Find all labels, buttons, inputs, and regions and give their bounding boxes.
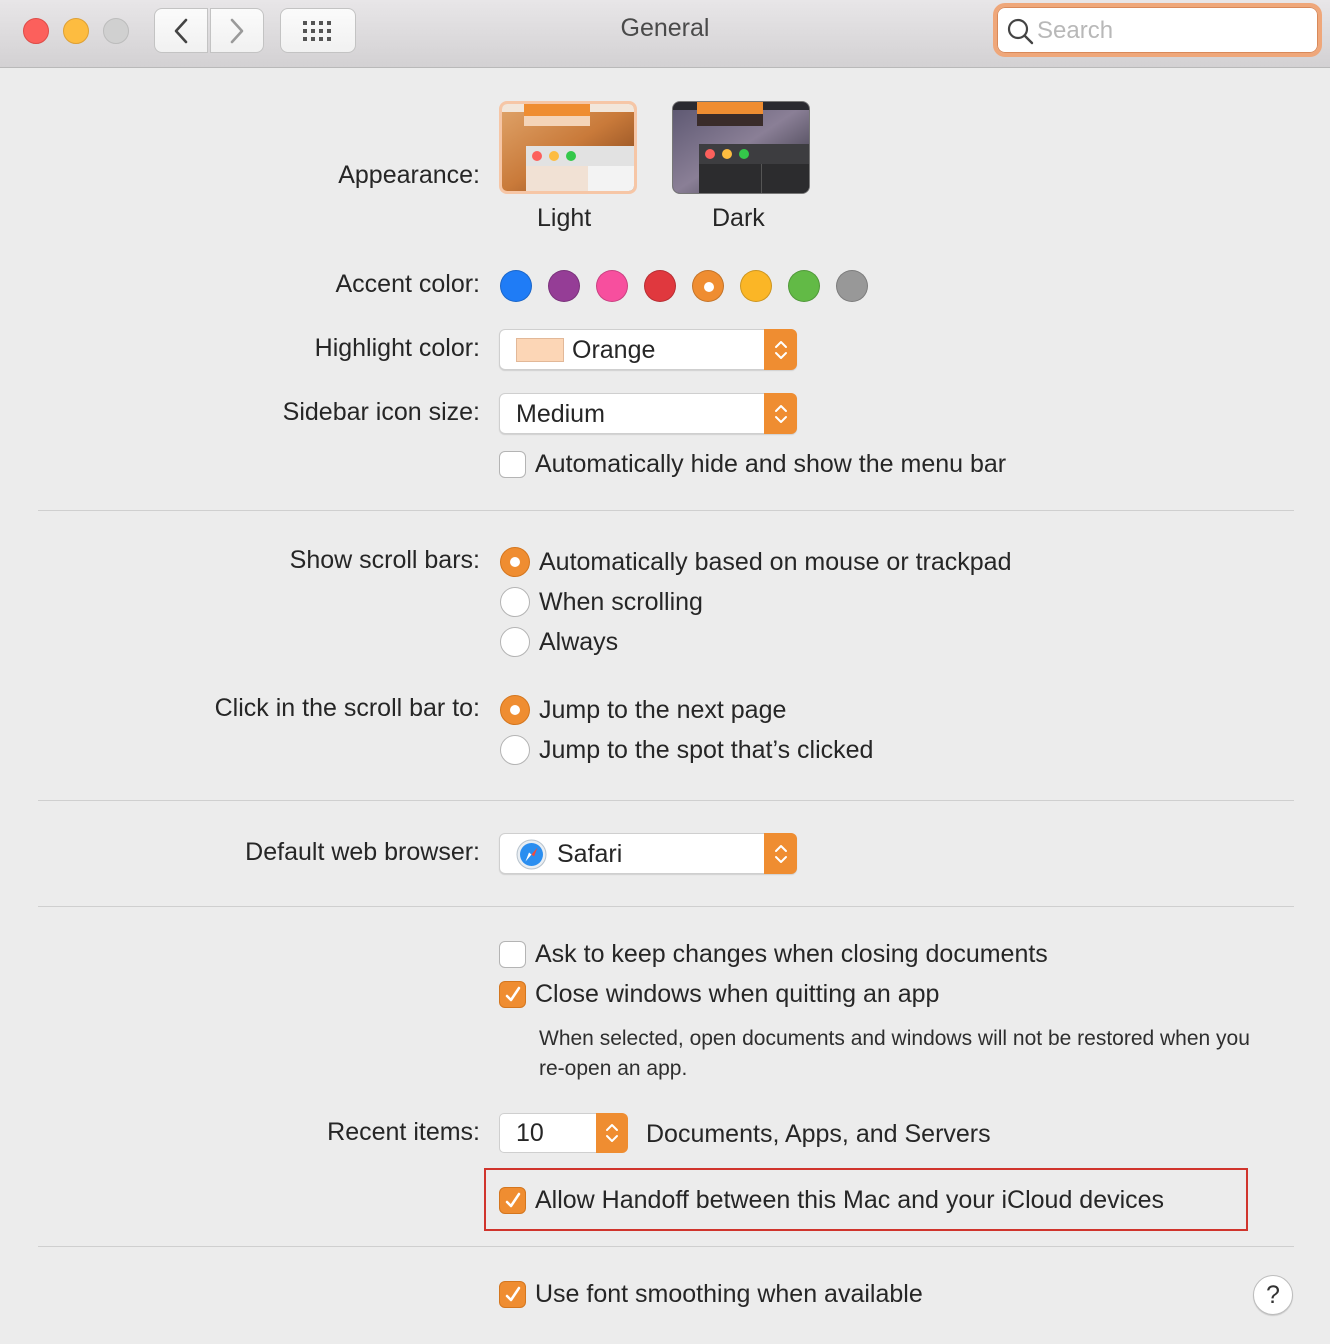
scroll-bars-auto-radio[interactable]	[500, 547, 530, 577]
menu-bar-checkbox[interactable]	[499, 451, 526, 478]
appearance-light-label[interactable]: Light	[537, 204, 591, 233]
checkmark-icon	[505, 1192, 521, 1208]
handoff-checkbox[interactable]	[499, 1187, 526, 1214]
accent-color-yellow[interactable]	[740, 270, 772, 302]
checkmark-icon	[505, 1286, 521, 1302]
separator	[38, 906, 1294, 907]
appearance-dark-label[interactable]: Dark	[712, 204, 765, 233]
highlight-color-label: Highlight color:	[314, 334, 480, 362]
title-bar: General	[0, 0, 1330, 68]
separator	[38, 510, 1294, 511]
search-field[interactable]	[993, 3, 1322, 57]
help-button[interactable]: ?	[1253, 1275, 1293, 1315]
minimize-window-button[interactable]	[63, 18, 89, 44]
accent-color-graphite[interactable]	[836, 270, 868, 302]
popup-arrows-icon	[764, 833, 797, 874]
separator	[38, 800, 1294, 801]
handoff-label[interactable]: Allow Handoff between this Mac and your …	[535, 1186, 1164, 1215]
appearance-dark-thumbnail[interactable]	[672, 101, 810, 194]
show-scroll-bars-label: Show scroll bars:	[289, 546, 480, 574]
ask-keep-changes-checkbox[interactable]	[499, 941, 526, 968]
accent-color-red[interactable]	[644, 270, 676, 302]
chevron-left-icon	[174, 18, 188, 43]
ask-keep-changes-label[interactable]: Ask to keep changes when closing documen…	[535, 940, 1048, 969]
accent-color-label: Accent color:	[335, 270, 480, 298]
scroll-bars-always-radio[interactable]	[500, 627, 530, 657]
close-windows-note: When selected, open documents and window…	[539, 1027, 1250, 1080]
back-button[interactable]	[154, 8, 208, 53]
checkmark-icon	[505, 986, 521, 1002]
separator	[38, 1246, 1294, 1247]
accent-color-orange[interactable]	[692, 270, 724, 302]
chevron-right-icon	[230, 18, 244, 43]
font-smoothing-checkbox[interactable]	[499, 1281, 526, 1308]
sidebar-icon-size-value: Medium	[516, 400, 605, 428]
sidebar-icon-size-popup[interactable]: Medium	[499, 393, 797, 434]
popup-arrows-icon	[764, 329, 797, 370]
sidebar-icon-size-label: Sidebar icon size:	[282, 398, 480, 426]
accent-color-pink[interactable]	[596, 270, 628, 302]
scroll-bars-auto-label[interactable]: Automatically based on mouse or trackpad	[539, 548, 1011, 577]
close-window-button[interactable]	[23, 18, 49, 44]
appearance-label: Appearance:	[338, 161, 480, 189]
window-title: General	[620, 14, 710, 42]
recent-items-stepper[interactable]	[596, 1113, 628, 1153]
click-scroll-bar-label: Click in the scroll bar to:	[214, 694, 480, 722]
dark-mode-preview-icon	[673, 102, 809, 193]
grid-icon	[303, 20, 331, 41]
jump-next-page-label[interactable]: Jump to the next page	[539, 696, 786, 725]
search-icon	[1007, 18, 1034, 45]
safari-icon	[516, 839, 547, 870]
search-input[interactable]	[1037, 15, 1307, 47]
jump-next-page-radio[interactable]	[500, 695, 530, 725]
show-all-button[interactable]	[280, 8, 356, 53]
scroll-bars-when-scrolling-radio[interactable]	[500, 587, 530, 617]
highlight-color-value: Orange	[572, 336, 656, 364]
highlight-color-popup[interactable]: Orange	[499, 329, 797, 370]
stepper-arrows-icon	[606, 1124, 618, 1142]
close-windows-checkbox[interactable]	[499, 981, 526, 1008]
default-browser-popup[interactable]: Safari	[499, 833, 797, 874]
default-browser-value: Safari	[557, 840, 623, 868]
accent-color-blue[interactable]	[500, 270, 532, 302]
accent-color-green[interactable]	[788, 270, 820, 302]
recent-items-suffix: Documents, Apps, and Servers	[646, 1120, 991, 1148]
highlight-swatch	[516, 338, 564, 362]
recent-items-field[interactable]: 10	[499, 1113, 597, 1153]
zoom-window-button[interactable]	[103, 18, 129, 44]
scroll-bars-when-scrolling-label[interactable]: When scrolling	[539, 588, 703, 617]
close-windows-label[interactable]: Close windows when quitting an app	[535, 980, 939, 1009]
jump-spot-clicked-radio[interactable]	[500, 735, 530, 765]
menu-bar-checkbox-label[interactable]: Automatically hide and show the menu bar	[535, 450, 1006, 479]
jump-spot-clicked-label[interactable]: Jump to the spot that’s clicked	[539, 736, 873, 765]
accent-color-purple[interactable]	[548, 270, 580, 302]
forward-button[interactable]	[210, 8, 264, 53]
font-smoothing-label[interactable]: Use font smoothing when available	[535, 1280, 923, 1309]
appearance-light-thumbnail[interactable]	[499, 101, 637, 194]
scroll-bars-always-label[interactable]: Always	[539, 628, 618, 657]
default-browser-label: Default web browser:	[245, 838, 480, 866]
recent-items-label: Recent items:	[327, 1118, 480, 1146]
light-mode-preview-icon	[502, 104, 634, 191]
popup-arrows-icon	[764, 393, 797, 434]
